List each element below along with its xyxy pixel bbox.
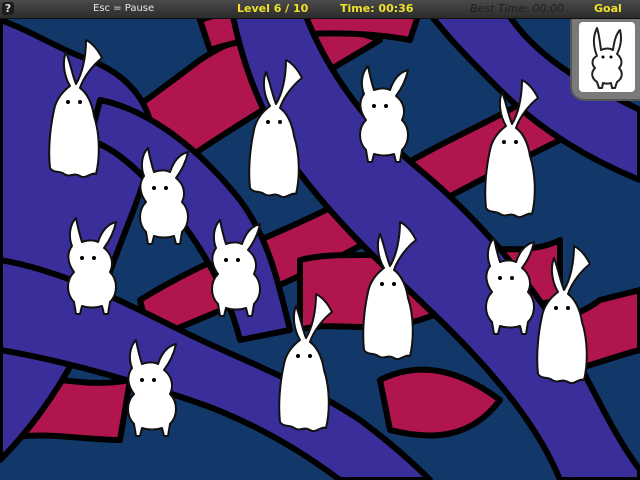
pause-hint: Esc = Pause	[93, 3, 155, 14]
creature-11[interactable]	[536, 245, 591, 385]
creature-5[interactable]	[139, 147, 189, 245]
creature-7[interactable]	[211, 219, 261, 317]
help-icon[interactable]: ?	[2, 2, 14, 15]
level-indicator: Level 6 / 10	[237, 2, 309, 15]
creature-1[interactable]	[48, 39, 103, 179]
creature-2[interactable]	[248, 59, 303, 199]
creature-12[interactable]	[127, 339, 177, 437]
creature-10[interactable]	[485, 237, 535, 335]
hud-bar: ? Esc = Pause Level 6 / 10 Time: 00:36 B…	[0, 0, 640, 19]
creature-6[interactable]	[67, 217, 117, 315]
creature-3[interactable]	[359, 65, 409, 163]
creature-8[interactable]	[362, 221, 417, 361]
goal-creature	[591, 27, 623, 89]
creature-4[interactable]	[484, 79, 539, 219]
timer: Time: 00:36	[340, 2, 414, 15]
creature-field	[48, 39, 591, 437]
goal-panel	[570, 15, 640, 101]
creature-9[interactable]	[278, 293, 333, 433]
goal-frame	[579, 22, 635, 92]
goal-label: Goal	[594, 2, 622, 15]
best-time: Best Time: 00:00	[470, 2, 565, 15]
